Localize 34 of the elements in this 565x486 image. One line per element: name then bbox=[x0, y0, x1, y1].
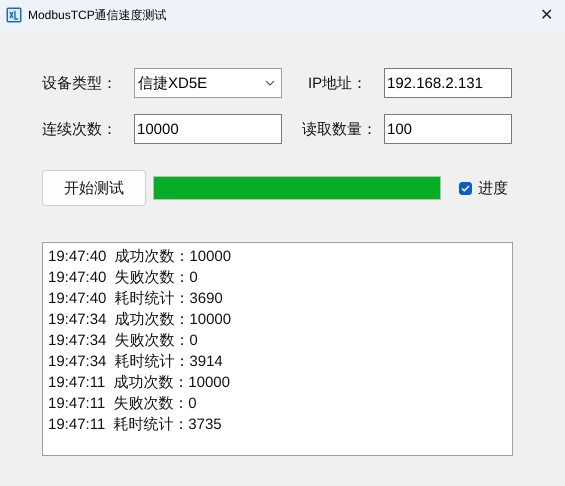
read-quantity-field[interactable]: 100 bbox=[384, 114, 512, 144]
log-message: 失败次数：0 bbox=[113, 394, 197, 414]
field-label: 设备类型： bbox=[42, 74, 118, 92]
progress-checkbox[interactable] bbox=[459, 182, 472, 194]
app-icon bbox=[6, 7, 22, 23]
log-time: 19:47:34 bbox=[48, 352, 106, 372]
count-field[interactable]: 10000 bbox=[134, 114, 282, 144]
log-time: 19:47:40 bbox=[48, 289, 106, 309]
log-message: 耗时统计：3914 bbox=[114, 352, 223, 372]
close-button[interactable]: ✕ bbox=[536, 5, 557, 25]
chevron-down-icon bbox=[265, 80, 275, 86]
log-time: 19:47:40 bbox=[48, 247, 106, 267]
log-message: 失败次数：0 bbox=[114, 268, 198, 288]
log-time: 19:47:11 bbox=[48, 394, 106, 414]
log-message: 耗时统计：3690 bbox=[114, 289, 223, 309]
log-time: 19:47:11 bbox=[48, 373, 106, 393]
log-time: 19:47:34 bbox=[48, 310, 106, 330]
log-message: 耗时统计：3735 bbox=[113, 415, 222, 435]
field-label: 读取数量： bbox=[301, 120, 378, 138]
field-label: IP地址： bbox=[307, 74, 368, 92]
log-message: 成功次数：10000 bbox=[114, 247, 232, 267]
log-message: 成功次数：10000 bbox=[113, 373, 230, 393]
log-time: 19:47:34 bbox=[48, 331, 106, 351]
log-message: 失败次数：0 bbox=[114, 331, 198, 351]
device-type-dropdown[interactable]: 信捷XD5E bbox=[134, 68, 282, 98]
field-label: 连续次数： bbox=[42, 120, 118, 138]
log-message: 成功次数：10000 bbox=[114, 310, 232, 330]
log-time: 19:47:40 bbox=[48, 268, 106, 288]
log-time: 19:47:11 bbox=[48, 415, 106, 435]
start-test-button[interactable]: 开始测试 bbox=[42, 170, 146, 206]
check-icon bbox=[461, 184, 470, 192]
window-title: ModbusTCP通信速度测试 bbox=[28, 6, 168, 24]
ip-address-field[interactable]: 192.168.2.131 bbox=[384, 68, 512, 98]
checkbox-label: 进度 bbox=[478, 178, 508, 198]
